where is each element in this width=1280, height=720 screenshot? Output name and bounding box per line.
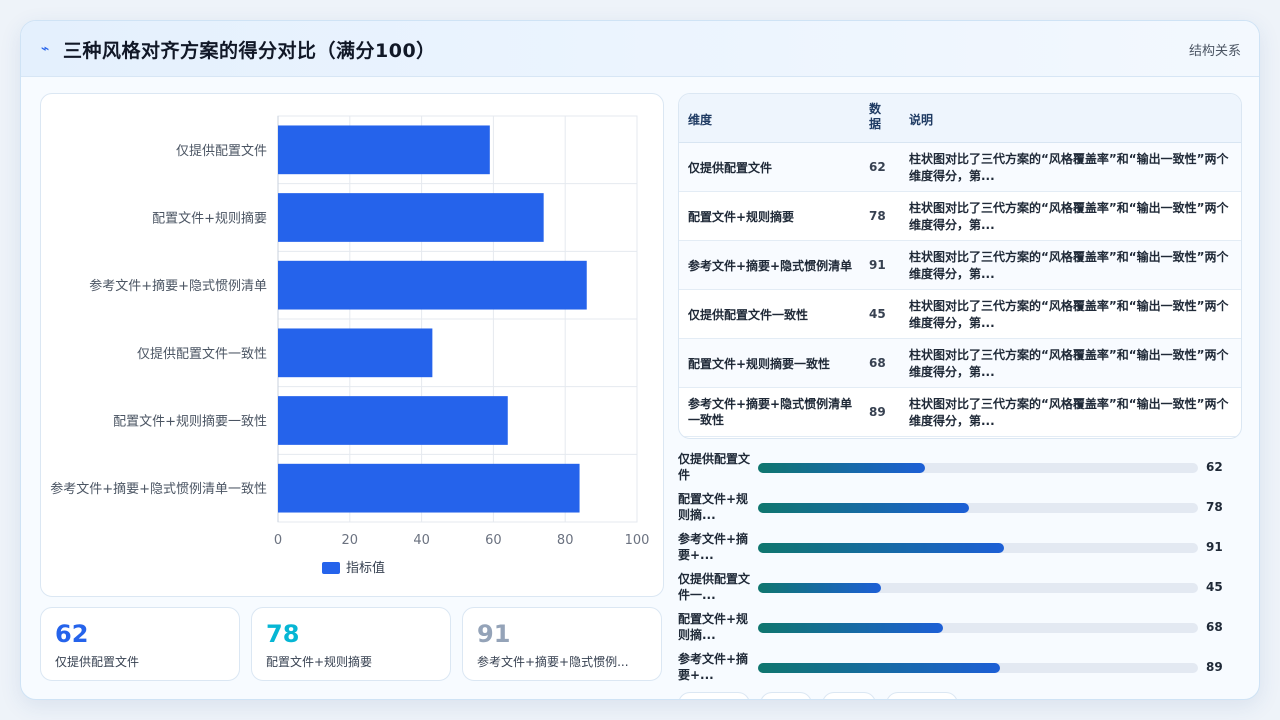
row-dimension: 配置文件+规则摘要一致性 xyxy=(688,357,831,371)
header-dimension: 维度 xyxy=(688,113,713,127)
progress-fill xyxy=(758,663,1000,673)
x-tick-label: 20 xyxy=(342,533,359,548)
progress-fill xyxy=(758,623,943,633)
progress-fill xyxy=(758,503,970,513)
y-tick-label: 参考文件+摘要+隐式惯例清单一致性 xyxy=(50,481,267,497)
progress-track xyxy=(758,663,1198,673)
bar xyxy=(278,125,490,175)
legend-swatch xyxy=(322,562,340,574)
header-data: 数据 xyxy=(869,102,882,131)
bar-chart: 0 20 40 60 80 100 仅提供配置文件配置文件+规则摘要参考文件+摘要+隐式惯例… xyxy=(50,115,650,576)
kpi-label: 仅提供配置文件 xyxy=(55,655,140,669)
table-row: 仅提供配置文件 62 柱状图对比了三代方案的“风格覆盖率”和“输出一致性”两个维度得… xyxy=(679,143,1241,192)
kpi-value: 91 xyxy=(477,620,511,648)
row-value: 91 xyxy=(869,258,886,272)
row-value: 45 xyxy=(869,307,886,321)
kpi-label: 配置文件+规则摘要 xyxy=(266,655,373,669)
x-tick-label: 60 xyxy=(485,533,502,548)
y-tick-label: 仅提供配置文件一致性 xyxy=(137,346,267,362)
y-tick-label: 参考文件+摘要+隐式惯例清单 xyxy=(89,278,267,294)
row-description: 柱状图对比了三代方案的“风格覆盖率”和“输出一致性”两个维度得分，第... xyxy=(909,250,1229,281)
progress-fill xyxy=(758,583,882,593)
progress-value: 91 xyxy=(1206,540,1223,554)
row-description: 柱状图对比了三代方案的“风格覆盖率”和“输出一致性”两个维度得分，第... xyxy=(909,152,1229,183)
x-tick-label: 100 xyxy=(625,533,650,548)
progress-label: 参考文件+摘要+... xyxy=(678,652,749,682)
progress-value: 62 xyxy=(1206,460,1223,474)
table-row: 配置文件+规则摘要 78 柱状图对比了三代方案的“风格覆盖率”和“输出一致性”两个维… xyxy=(679,192,1241,241)
table-header: 维度 数据 说明 xyxy=(679,94,1241,143)
filter-chip[interactable] xyxy=(822,692,876,699)
progress-track xyxy=(758,543,1198,553)
progress-label: 仅提供配置文件一... xyxy=(678,572,751,602)
progress-item: 配置文件+规则摘... 68 xyxy=(678,611,1242,647)
data-table: 维度 数据 说明 仅提供配置文件 62 柱状图对比了三代方案的“风格覆盖率”和“输出… xyxy=(678,93,1242,439)
row-value: 62 xyxy=(869,160,886,174)
progress-value: 78 xyxy=(1206,500,1223,514)
row-dimension: 仅提供配置文件 xyxy=(688,161,773,175)
progress-fill xyxy=(758,543,1005,553)
bar xyxy=(278,463,580,513)
row-dimension: 仅提供配置文件一致性 xyxy=(688,308,809,322)
kpi-value: 62 xyxy=(55,620,89,648)
legend-label: 指标值 xyxy=(346,560,385,576)
table-row: 参考文件+摘要+隐式惯例清单 91 柱状图对比了三代方案的“风格覆盖率”和“输出一致… xyxy=(679,241,1241,290)
row-dimension: 参考文件+摘要+隐式惯例清单 xyxy=(688,259,853,273)
bar xyxy=(278,260,587,310)
progress-fill xyxy=(758,463,926,473)
header-description: 说明 xyxy=(909,113,934,127)
table-row: 仅提供配置文件一致性 45 柱状图对比了三代方案的“风格覆盖率”和“输出一致性”两个… xyxy=(679,290,1241,339)
bar xyxy=(278,396,508,445)
progress-value: 89 xyxy=(1206,660,1223,674)
page-title: 三种风格对齐方案的得分对比（满分100） xyxy=(63,40,436,62)
progress-item: 参考文件+摘要+... 91 xyxy=(678,531,1242,567)
row-dimension: 参考文件+摘要+隐式惯例清单一致性 xyxy=(688,397,853,427)
row-value: 78 xyxy=(869,209,886,223)
progress-label: 配置文件+规则摘... xyxy=(678,492,749,522)
row-description: 柱状图对比了三代方案的“风格覆盖率”和“输出一致性”两个维度得分，第... xyxy=(909,201,1229,232)
progress-value: 45 xyxy=(1206,580,1223,594)
progress-value: 68 xyxy=(1206,620,1223,634)
filter-chip[interactable] xyxy=(760,692,812,699)
y-tick-label: 配置文件+规则摘要 xyxy=(152,211,267,227)
progress-track xyxy=(758,623,1198,633)
progress-item: 仅提供配置文件一... 45 xyxy=(678,571,1242,607)
progress-label: 仅提供配置文件 xyxy=(678,452,751,482)
kpi-card-1: 62 仅提供配置文件 xyxy=(40,607,240,681)
progress-track xyxy=(758,503,1198,513)
progress-item: 配置文件+规则摘... 78 xyxy=(678,491,1242,527)
progress-label: 参考文件+摘要+... xyxy=(678,532,749,562)
y-tick-label: 仅提供配置文件 xyxy=(176,143,267,159)
table-row: 参考文件+摘要+隐式惯例清单一致性 89 柱状图对比了三代方案的“风格覆盖率”和“输… xyxy=(679,388,1241,437)
spark-icon: ⌁ xyxy=(41,41,50,57)
dashboard-frame: ⌁ 三种风格对齐方案的得分对比（满分100） 结构关系 0 20 40 60 80 100… xyxy=(20,20,1260,700)
filter-chip[interactable] xyxy=(678,692,750,699)
progress-track xyxy=(758,463,1198,473)
header-bar: ⌁ 三种风格对齐方案的得分对比（满分100） 结构关系 xyxy=(21,21,1259,77)
x-tick-label: 40 xyxy=(413,533,430,548)
row-description: 柱状图对比了三代方案的“风格覆盖率”和“输出一致性”两个维度得分，第... xyxy=(909,397,1229,428)
row-value: 68 xyxy=(869,356,886,370)
row-description: 柱状图对比了三代方案的“风格覆盖率”和“输出一致性”两个维度得分，第... xyxy=(909,348,1229,379)
y-tick-label: 配置文件+规则摘要一致性 xyxy=(113,414,267,430)
kpi-label: 参考文件+摘要+隐式惯例... xyxy=(477,655,629,669)
row-description: 柱状图对比了三代方案的“风格覆盖率”和“输出一致性”两个维度得分，第... xyxy=(909,299,1229,330)
bar-chart-card: 0 20 40 60 80 100 仅提供配置文件配置文件+规则摘要参考文件+摘要+隐式惯例… xyxy=(40,93,664,597)
kpi-value: 78 xyxy=(266,620,300,648)
progress-item: 仅提供配置文件 62 xyxy=(678,451,1242,487)
progress-track xyxy=(758,583,1198,593)
x-tick-label: 80 xyxy=(557,533,574,548)
kpi-card-3: 91 参考文件+摘要+隐式惯例... xyxy=(462,607,662,681)
x-tick-label: 0 xyxy=(274,533,282,548)
bar xyxy=(278,193,544,242)
bar xyxy=(278,328,433,378)
structure-link[interactable]: 结构关系 xyxy=(1189,40,1241,59)
row-value: 89 xyxy=(869,405,886,419)
table-row: 配置文件+规则摘要一致性 68 柱状图对比了三代方案的“风格覆盖率”和“输出一致性”… xyxy=(679,339,1241,388)
progress-item: 参考文件+摘要+... 89 xyxy=(678,651,1242,687)
kpi-card-2: 78 配置文件+规则摘要 xyxy=(251,607,451,681)
row-dimension: 配置文件+规则摘要 xyxy=(688,210,795,224)
filter-chip[interactable] xyxy=(886,692,958,699)
progress-label: 配置文件+规则摘... xyxy=(678,612,749,642)
